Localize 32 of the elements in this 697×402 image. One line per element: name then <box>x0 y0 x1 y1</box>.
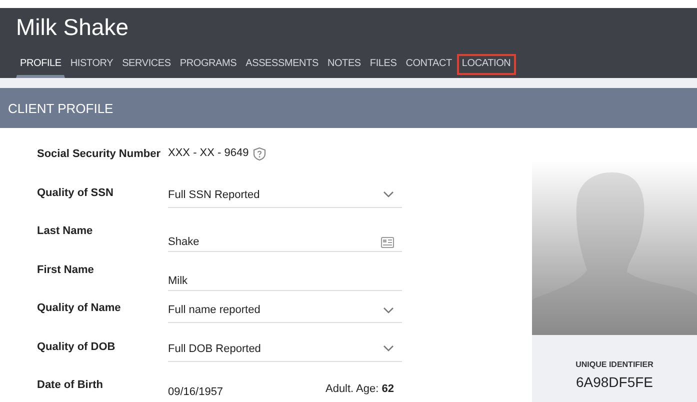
tab[interactable]: NOTES <box>323 54 365 78</box>
identifier-label: UNIQUE IDENTIFIER <box>574 360 654 369</box>
tab[interactable]: CONTACT <box>402 54 456 78</box>
field-label: Quality of SSN <box>37 186 114 200</box>
select-field[interactable]: Full DOB Reported <box>168 336 402 362</box>
section-title: CLIENT PROFILE <box>8 100 114 116</box>
tab[interactable]: FILES <box>366 54 401 78</box>
field-label: First Name <box>37 262 95 278</box>
field-label: Quality of DOB <box>37 340 116 354</box>
chevron-down-icon <box>383 191 394 198</box>
tab[interactable]: LOCATION <box>456 54 516 75</box>
ssn-value: XXX - XX - 9649 <box>168 147 249 159</box>
age-text: Adult. Age: 62 <box>325 383 394 395</box>
chevron-down-icon <box>383 345 394 352</box>
tab[interactable]: PROGRAMS <box>176 54 241 78</box>
field-label: Last Name <box>37 224 94 239</box>
shield-question-icon[interactable] <box>252 147 266 161</box>
field-label: Social Security Number <box>37 147 162 162</box>
date-field[interactable]: 09/16/1957 <box>168 383 224 398</box>
tab[interactable]: HISTORY <box>66 54 118 78</box>
input-field[interactable]: Shake <box>168 221 402 252</box>
tab[interactable]: ASSESSMENTS <box>242 54 322 78</box>
select-field[interactable]: Full SSN Reported <box>168 182 402 208</box>
tab[interactable]: SERVICES <box>118 54 175 78</box>
field-label: Quality of Name <box>37 301 122 316</box>
field-label: Date of Birth <box>37 378 104 393</box>
id-card-icon <box>381 236 394 248</box>
chevron-down-icon <box>383 306 394 314</box>
identifier-value: 6A98DF5FE <box>574 374 654 390</box>
client-name: Milk Shake <box>16 13 130 42</box>
select-field[interactable]: Full name reported <box>168 298 402 323</box>
input-field[interactable]: Milk <box>168 260 402 290</box>
